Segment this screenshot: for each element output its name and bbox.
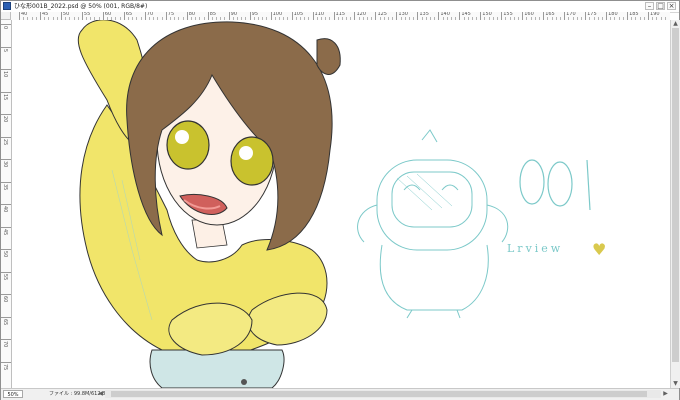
ruler-tick [1,339,11,340]
sketch-number [519,159,591,211]
ruler-tick [606,12,608,20]
ruler-tick [417,12,419,20]
ruler-label: 70 [2,341,8,348]
ruler-label: 75 [2,363,8,370]
ruler-label: 45 [2,228,8,235]
ruler-tick [354,12,356,20]
ruler-tick [249,12,251,20]
sketch-signature: Lrview [507,242,563,255]
ruler-tick [480,12,482,20]
ruler-label: 20 [2,116,8,123]
arrow-down-icon[interactable]: ▼ [671,380,680,388]
ruler-label: 0 [2,26,8,30]
ruler-label: 15 [2,93,8,100]
ruler-tick [543,12,545,20]
ruler-tick [1,46,11,48]
ruler-tick [333,12,335,20]
horizontal-scrollbar[interactable] [105,390,661,398]
document-window: ひな形001B_2022.psd @ 50% (001, RGB/8#) – □… [0,0,680,400]
minimize-button[interactable]: – [645,2,654,10]
ruler-tick [102,12,104,20]
vertical-ruler[interactable]: 0 5 10 15 20 25 30 35 40 45 50 55 60 65 70 75 [1,20,12,388]
ruler-tick [165,12,167,20]
ruler-tick [501,12,503,20]
ruler-tick [627,12,629,20]
ruler-label: 30 [2,161,8,168]
ruler-tick [270,12,272,20]
ruler-tick [1,114,11,115]
ruler-tick [1,69,11,70]
ruler-tick [1,136,11,138]
ruler-label: 55 [2,273,8,280]
ruler-tick [648,12,650,20]
ruler-label: 50 [2,251,8,258]
ruler-label: 25 [2,138,8,145]
anime-girl-illustration [77,20,341,388]
vertical-scrollbar[interactable]: ▲ ▼ [670,20,680,388]
ruler-tick [375,12,377,20]
arrow-up-icon[interactable]: ▲ [671,20,680,28]
ruler-origin[interactable] [1,12,11,20]
ruler-label: 60 [2,296,8,303]
ruler-label: 35 [2,183,8,190]
ruler-tick [312,12,314,20]
ruler-tick [585,12,587,20]
ruler-tick [1,181,11,183]
ruler-tick [522,12,524,20]
vertical-scroll-thumb[interactable] [672,28,679,363]
ruler-label: 40 [2,206,8,213]
ruler-tick [81,12,83,20]
ruler-tick [564,12,566,20]
ruler-tick [459,12,461,20]
robot-sketch [357,129,509,319]
maximize-button[interactable]: □ [656,2,665,10]
ruler-tick [1,91,11,93]
ruler-tick [396,12,398,20]
ruler-tick [291,12,293,20]
ruler-tick [438,12,440,20]
ruler-tick [1,204,11,205]
ruler-tick [1,159,11,160]
ruler-tick [1,361,11,363]
ruler-label: 10 [2,71,8,78]
status-bar: 50% ファイル : 99.8M/612.8M ◀ ▶ [1,388,679,400]
arrow-left-icon[interactable]: ◀ [97,390,104,398]
ruler-tick [144,12,146,20]
ruler-tick [1,24,11,25]
ruler-tick [207,12,209,20]
ruler-tick [19,12,20,20]
canvas[interactable]: Lrview ♥ [12,20,670,388]
ruler-tick [1,249,11,250]
ruler-tick [186,12,188,20]
ruler-tick [39,12,41,20]
ruler-label: 65 [2,318,8,325]
zoom-field[interactable]: 50% [3,390,23,398]
ruler-tick [60,12,62,20]
heart-doodle: ♥ [592,240,606,259]
artwork: Lrview ♥ [77,20,606,388]
arrow-right-icon[interactable]: ▶ [662,390,669,398]
horizontal-scroll-thumb[interactable] [110,391,648,397]
window-title: ひな形001B_2022.psd @ 50% (001, RGB/8#) [14,3,148,10]
ruler-tick [123,12,125,20]
ruler-tick [1,294,11,295]
ruler-label: 5 [2,48,8,52]
ruler-tick [1,271,11,273]
ruler-tick [228,12,230,20]
ruler-tick [1,226,11,228]
close-button[interactable]: × [667,2,676,10]
photoshop-icon [3,2,11,10]
ruler-tick [1,316,11,318]
